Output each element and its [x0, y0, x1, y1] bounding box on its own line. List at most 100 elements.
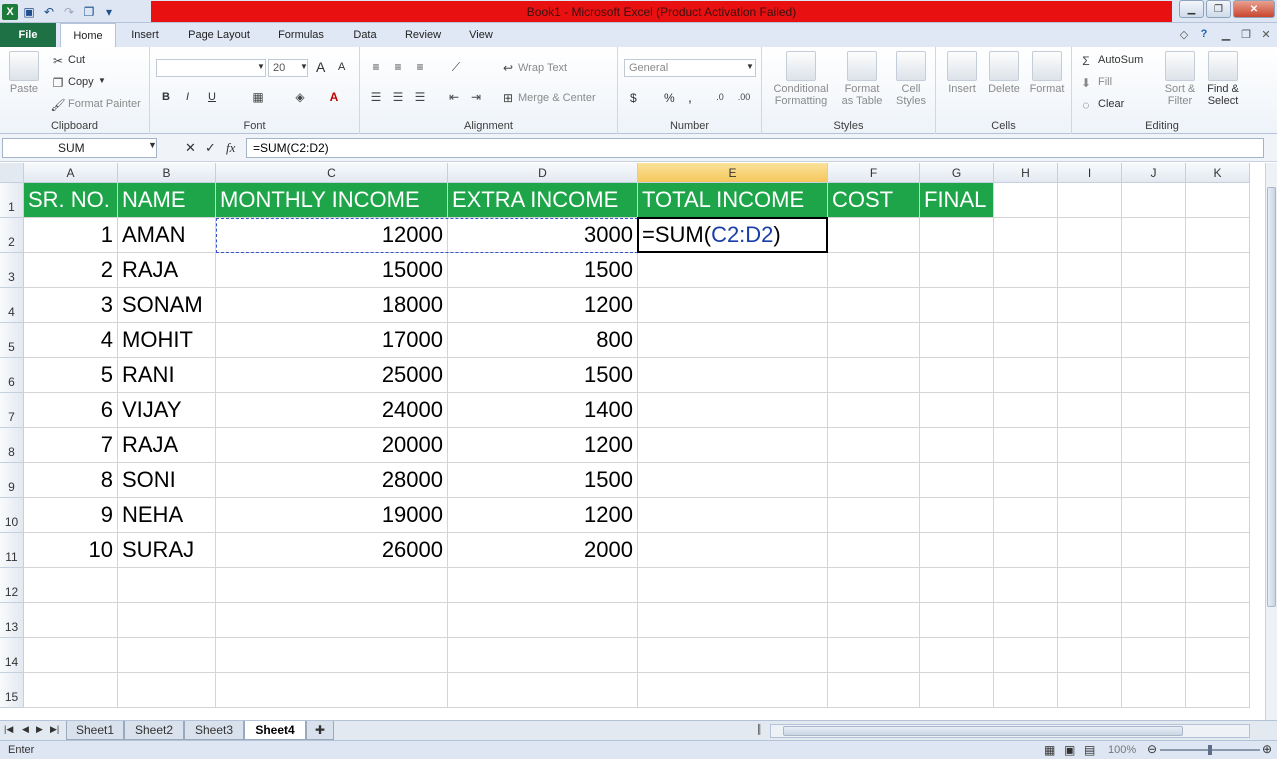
monthly-income-cell[interactable]: 25000 — [216, 358, 448, 393]
cell-k10[interactable] — [1186, 498, 1250, 533]
cell-k5[interactable] — [1186, 323, 1250, 358]
cell-g7[interactable] — [920, 393, 994, 428]
clear-button[interactable]: Clear — [1098, 98, 1124, 110]
cell-k14[interactable] — [1186, 638, 1250, 673]
grow-font-button[interactable]: A — [316, 59, 325, 75]
cell-e13[interactable] — [638, 603, 828, 638]
decrease-decimal-icon[interactable]: .00 — [736, 89, 752, 105]
restore-icon[interactable]: ❐ — [1206, 0, 1231, 18]
cell-f10[interactable] — [828, 498, 920, 533]
customize-qat-icon[interactable]: ▾ — [100, 3, 118, 21]
sheet-tab-3[interactable]: Sheet3 — [184, 721, 244, 740]
fill-color-icon[interactable]: ◈ — [292, 89, 308, 105]
align-top-icon[interactable]: ≡ — [368, 59, 384, 75]
cell-j7[interactable] — [1122, 393, 1186, 428]
next-sheet-icon[interactable]: ▶ — [36, 724, 43, 735]
cell-h14[interactable] — [994, 638, 1058, 673]
sr-no-cell[interactable]: 9 — [24, 498, 118, 533]
tab-review[interactable]: Review — [396, 23, 450, 47]
row-header-2[interactable]: 2 — [0, 218, 24, 253]
editing-cell-e2[interactable]: =SUM(C2:D2) — [638, 218, 828, 253]
cell-e12[interactable] — [638, 568, 828, 603]
cell-g13[interactable] — [920, 603, 994, 638]
zoom-slider-knob[interactable] — [1208, 745, 1212, 755]
extra-income-cell[interactable]: 1400 — [448, 393, 638, 428]
cell-j15[interactable] — [1122, 673, 1186, 708]
format-as-table-button[interactable]: Format as Table — [836, 51, 888, 107]
row-header-4[interactable]: 4 — [0, 288, 24, 323]
name-cell[interactable]: VIJAY — [118, 393, 216, 428]
cell-h10[interactable] — [994, 498, 1058, 533]
comma-button[interactable]: , — [688, 89, 692, 105]
cell-g10[interactable] — [920, 498, 994, 533]
cell-f2[interactable] — [828, 218, 920, 253]
cell-h15[interactable] — [994, 673, 1058, 708]
wrap-text-button[interactable]: Wrap Text — [518, 62, 567, 74]
sheet-tab-4[interactable]: Sheet4 — [244, 721, 306, 740]
minimize-icon[interactable]: ▁ — [1179, 0, 1204, 18]
vertical-scroll-thumb[interactable] — [1267, 187, 1276, 607]
cell-a13[interactable] — [24, 603, 118, 638]
row-header-5[interactable]: 5 — [0, 323, 24, 358]
autosum-button[interactable]: AutoSum — [1098, 54, 1143, 66]
cell-e5[interactable] — [638, 323, 828, 358]
cell-k4[interactable] — [1186, 288, 1250, 323]
enter-formula-button[interactable]: ✓ — [205, 140, 216, 156]
prev-sheet-icon[interactable]: ◀ — [22, 724, 29, 735]
row-header-10[interactable]: 10 — [0, 498, 24, 533]
vertical-scrollbar[interactable] — [1265, 163, 1277, 720]
zoom-out-icon[interactable]: ⊖ — [1147, 742, 1157, 756]
cell-g9[interactable] — [920, 463, 994, 498]
cell-h3[interactable] — [994, 253, 1058, 288]
workbook-minimize-icon[interactable]: ▁ — [1218, 26, 1234, 42]
excel-logo-icon[interactable]: X — [2, 3, 18, 20]
tab-home[interactable]: Home — [60, 23, 116, 48]
cell-d15[interactable] — [448, 673, 638, 708]
tab-insert[interactable]: Insert — [120, 23, 170, 47]
cancel-formula-button[interactable]: ✕ — [185, 140, 196, 156]
cell-j9[interactable] — [1122, 463, 1186, 498]
tab-page-layout[interactable]: Page Layout — [180, 23, 258, 47]
cell-g2[interactable] — [920, 218, 994, 253]
cell-e6[interactable] — [638, 358, 828, 393]
cell-a12[interactable] — [24, 568, 118, 603]
align-bottom-icon[interactable]: ≡ — [412, 59, 428, 75]
cell-g6[interactable] — [920, 358, 994, 393]
horizontal-scroll-thumb[interactable] — [783, 726, 1183, 736]
cell-j10[interactable] — [1122, 498, 1186, 533]
copy-icon[interactable]: ❐ — [80, 3, 98, 21]
cell-a15[interactable] — [24, 673, 118, 708]
cell-g4[interactable] — [920, 288, 994, 323]
copy-dropdown-icon[interactable]: ▼ — [98, 76, 106, 85]
monthly-income-cell[interactable]: 28000 — [216, 463, 448, 498]
name-cell[interactable]: SONAM — [118, 288, 216, 323]
extra-income-cell[interactable]: 3000 — [448, 218, 638, 253]
name-cell[interactable]: SONI — [118, 463, 216, 498]
cell-k2[interactable] — [1186, 218, 1250, 253]
align-middle-icon[interactable]: ≡ — [390, 59, 406, 75]
cell-j14[interactable] — [1122, 638, 1186, 673]
cell-e10[interactable] — [638, 498, 828, 533]
split-handle-icon[interactable]: ║ — [756, 724, 762, 734]
number-format-dropdown-icon[interactable]: ▼ — [746, 62, 754, 71]
column-header-f[interactable]: F — [828, 163, 920, 183]
sr-no-cell[interactable]: 6 — [24, 393, 118, 428]
insert-cells-button[interactable]: Insert — [942, 51, 982, 95]
italic-button[interactable]: I — [186, 91, 189, 103]
first-sheet-icon[interactable]: |◀ — [4, 724, 13, 735]
extra-income-cell[interactable]: 800 — [448, 323, 638, 358]
decrease-indent-icon[interactable]: ⇤ — [446, 89, 462, 105]
cell-f11[interactable] — [828, 533, 920, 568]
sr-no-cell[interactable]: 5 — [24, 358, 118, 393]
zoom-in-icon[interactable]: ⊕ — [1262, 742, 1272, 756]
cell-f8[interactable] — [828, 428, 920, 463]
column-header-k[interactable]: K — [1186, 163, 1250, 183]
name-cell[interactable]: NEHA — [118, 498, 216, 533]
monthly-income-cell[interactable]: 26000 — [216, 533, 448, 568]
zoom-level[interactable]: 100% — [1108, 744, 1136, 756]
column-header-e[interactable]: E — [638, 163, 828, 183]
cell-h12[interactable] — [994, 568, 1058, 603]
cell-h2[interactable] — [994, 218, 1058, 253]
last-sheet-icon[interactable]: ▶| — [50, 724, 59, 735]
monthly-income-cell[interactable]: 17000 — [216, 323, 448, 358]
